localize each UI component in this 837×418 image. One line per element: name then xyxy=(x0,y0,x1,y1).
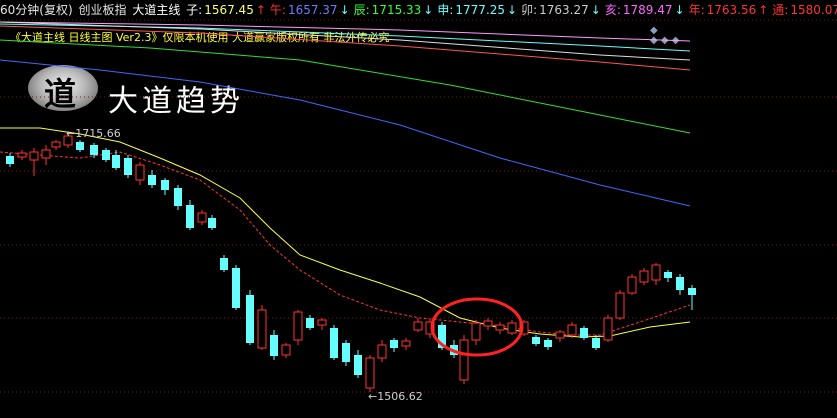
candle-body xyxy=(495,324,505,331)
candle-body xyxy=(459,339,469,381)
candle-body xyxy=(471,322,481,341)
candle-body xyxy=(6,156,14,164)
chart-window: 60分钟(复权) 创业板指 大道主线 子: 1567.45 ↑ 午: 1657.37 ↓ 辰… xyxy=(0,0,837,418)
candles-group xyxy=(6,133,696,392)
candle-body xyxy=(270,335,278,356)
candle-body xyxy=(148,175,156,185)
candle-body xyxy=(507,322,517,334)
candle-body xyxy=(688,288,696,295)
candle-body xyxy=(401,340,411,347)
candle-body xyxy=(592,338,600,348)
candle-body xyxy=(174,188,182,206)
candle-body xyxy=(186,205,194,228)
candle-body xyxy=(124,158,132,175)
candle-body xyxy=(102,150,110,160)
candle-body xyxy=(246,295,254,343)
candle-body xyxy=(390,340,398,348)
candle-body xyxy=(639,270,649,283)
candle-body xyxy=(197,212,207,223)
ma-red-line xyxy=(0,25,691,71)
candle-body xyxy=(603,317,613,341)
ma-pink-line xyxy=(0,21,691,42)
candle-body xyxy=(651,264,661,281)
candle-body xyxy=(413,321,423,331)
grid-lines xyxy=(0,19,837,393)
candle-body xyxy=(306,318,314,328)
candle-body xyxy=(580,328,588,338)
candle-body xyxy=(627,276,637,294)
candle-body xyxy=(555,331,565,339)
candle-body xyxy=(317,319,327,326)
candle-body xyxy=(76,142,84,150)
candle-body xyxy=(676,277,684,290)
candle-body xyxy=(354,355,362,375)
candle-body xyxy=(51,141,61,148)
candle-body xyxy=(41,149,51,159)
candlestick-chart[interactable] xyxy=(0,0,837,418)
candle-body xyxy=(532,337,540,344)
candle-body xyxy=(257,309,267,349)
candle-body xyxy=(281,344,291,356)
candle-body xyxy=(342,343,350,362)
candle-body xyxy=(29,151,39,161)
candle-body xyxy=(112,155,120,168)
candle-body xyxy=(664,272,672,278)
candle-body xyxy=(615,292,625,319)
candle-body xyxy=(483,320,493,327)
candle-body xyxy=(330,328,338,358)
ma-red-dashed-line xyxy=(0,151,691,336)
candle-body xyxy=(377,344,387,359)
candle-body xyxy=(232,268,240,308)
candle-body xyxy=(220,258,228,270)
candle-body xyxy=(544,340,552,347)
candle-body xyxy=(135,164,145,181)
low-price-marker: ←1506.62 xyxy=(368,390,423,403)
candle-body xyxy=(90,145,98,155)
candle-body xyxy=(161,180,169,190)
candle-body xyxy=(365,357,375,389)
candle-body xyxy=(293,311,303,341)
candle-body xyxy=(567,324,577,336)
ma-white-line xyxy=(0,21,691,61)
candle-body xyxy=(17,152,27,158)
candle-body xyxy=(208,218,216,228)
high-price-marker: ←1715.66 xyxy=(66,127,121,140)
